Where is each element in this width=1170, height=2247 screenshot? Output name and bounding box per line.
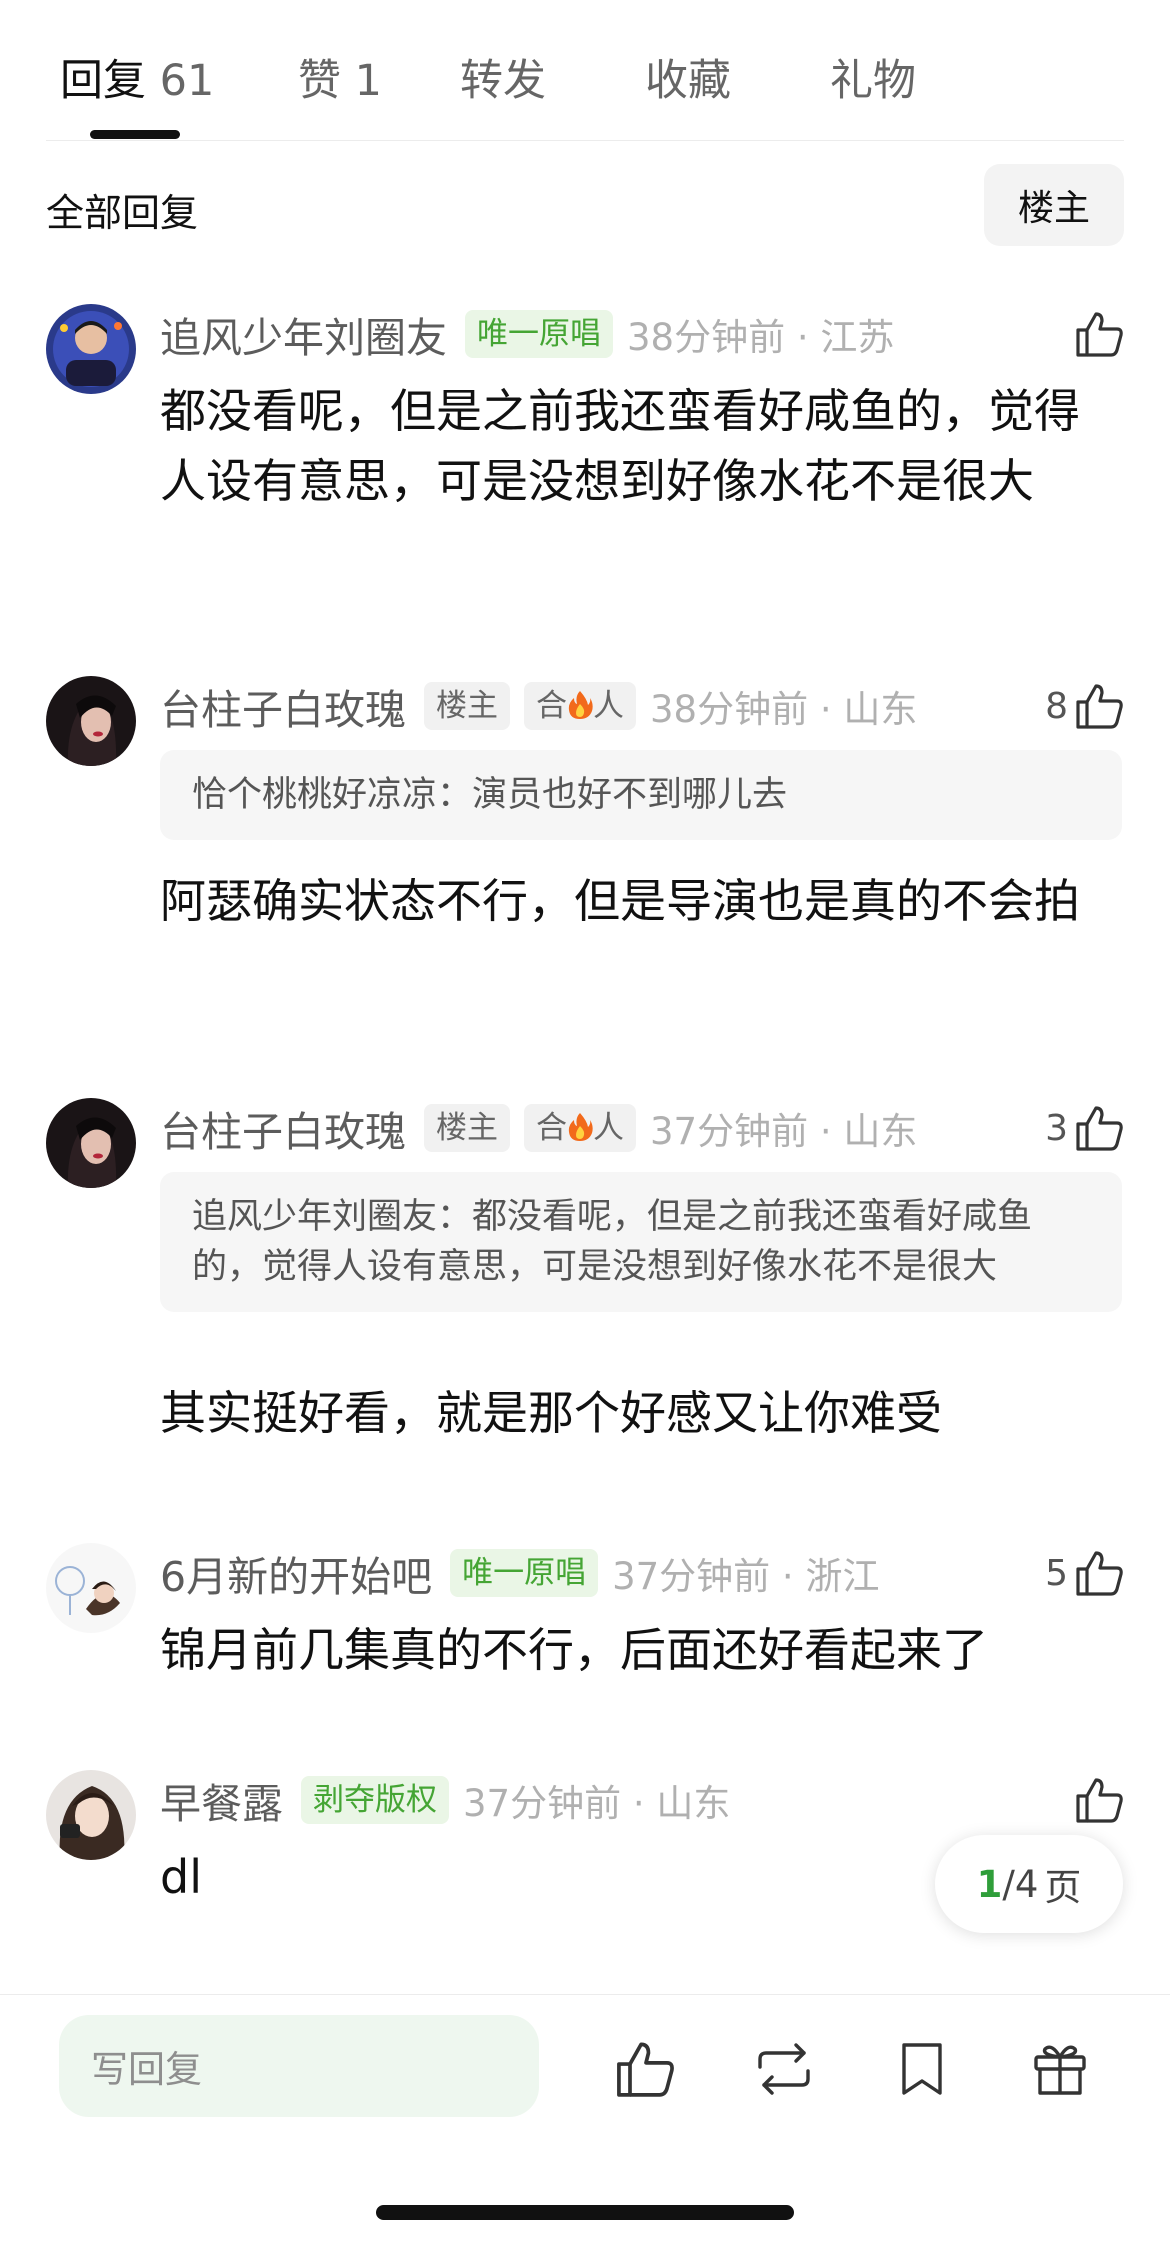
tab-favorites[interactable]: 收藏 (645, 46, 731, 108)
avatar[interactable] (46, 304, 136, 394)
page-unit: 页 (1044, 1866, 1082, 1909)
user-badge: 剥夺版权 (301, 1776, 449, 1824)
comment-text: 阿瑟确实状态不行，但是导演也是真的不会拍 (160, 874, 1080, 928)
thumbs-up-icon (1076, 684, 1123, 729)
active-tab-indicator (90, 130, 180, 139)
like-button[interactable]: 8 (1045, 676, 1126, 736)
page-indicator[interactable]: 1 /4 页 (935, 1835, 1123, 1933)
like-button[interactable]: 3 (1045, 1098, 1126, 1158)
comment-text: 其实挺好看，就是那个好感又让你难受 (160, 1386, 942, 1440)
like-count: 8 (1045, 685, 1068, 727)
tab-reposts[interactable]: 转发 (460, 46, 546, 108)
comment-time: 37分钟前 · 山东 (650, 1110, 918, 1153)
filter-op-button[interactable]: 楼主 (984, 164, 1124, 246)
like-count: 3 (1045, 1107, 1068, 1149)
user-badge: 唯一原唱 (465, 310, 613, 358)
quoted-comment[interactable]: 追风少年刘圈友：都没看呢，但是之前我还蛮看好咸鱼的，觉得人设有意思，可是没想到好… (160, 1172, 1122, 1312)
avatar[interactable] (46, 1543, 136, 1633)
tab-gifts-label: 礼物 (830, 56, 916, 106)
fan-badge: 合人 (524, 682, 636, 730)
comment-time: 37分钟前 · 浙江 (612, 1555, 880, 1598)
comment-meta: 早餐露 剥夺版权 37分钟前 · 山东 (160, 1770, 730, 1830)
current-page: 1 (976, 1862, 1003, 1906)
home-indicator (376, 2205, 794, 2220)
comment-author[interactable]: 追风少年刘圈友 (160, 304, 447, 364)
avatar[interactable] (46, 1098, 136, 1188)
tab-replies-label: 回复 (60, 56, 146, 106)
comment-meta: 追风少年刘圈友 唯一原唱 38分钟前 · 江苏 (160, 304, 894, 364)
tab-gifts[interactable]: 礼物 (830, 46, 916, 108)
reply-input[interactable]: 写回复 (59, 2015, 539, 2117)
comment-time: 38分钟前 · 江苏 (627, 316, 895, 359)
avatar[interactable] (46, 676, 136, 766)
like-count: 5 (1045, 1552, 1068, 1594)
like-button[interactable]: 5 (1045, 1543, 1126, 1603)
section-title: 全部回复 (46, 191, 199, 235)
tab-bar: 回复 61 赞 1 转发 收藏 礼物 (46, 40, 1124, 141)
tab-likes-count: 1 (354, 56, 383, 106)
comment-author[interactable]: 台柱子白玫瑰 (160, 1098, 406, 1158)
comment-text: 锦月前几集真的不行，后面还好看起来了 (160, 1623, 988, 1677)
op-badge: 楼主 (424, 682, 510, 730)
comment-author[interactable]: 台柱子白玫瑰 (160, 676, 406, 736)
comment-time: 37分钟前 · 山东 (463, 1782, 731, 1825)
quoted-comment[interactable]: 恰个桃桃好凉凉：演员也好不到哪儿去 (160, 750, 1122, 840)
comment-meta: 台柱子白玫瑰 楼主 合人 37分钟前 · 山东 (160, 1098, 917, 1158)
comment-meta: 台柱子白玫瑰 楼主 合人 38分钟前 · 山东 (160, 676, 917, 736)
reply-input-placeholder: 写回复 (91, 2048, 202, 2091)
like-button[interactable] (1074, 304, 1126, 364)
fan-badge: 合人 (524, 1104, 636, 1152)
bookmark-icon[interactable] (890, 2037, 954, 2101)
comment-text: 都没看呢，但是之前我还蛮看好咸鱼的，觉得人设有意思，可是没想到好像水花不是很大 (160, 384, 1080, 508)
gift-icon[interactable] (1028, 2037, 1092, 2101)
comment-meta: 6月新的开始吧 唯一原唱 37分钟前 · 浙江 (160, 1543, 879, 1603)
tab-favorites-label: 收藏 (645, 56, 731, 106)
bottom-action-bar: 写回复 (0, 1994, 1170, 2247)
tab-reposts-label: 转发 (460, 56, 546, 106)
comment-author[interactable]: 6月新的开始吧 (160, 1543, 432, 1603)
user-badge: 唯一原唱 (450, 1549, 599, 1597)
repost-icon[interactable] (752, 2037, 816, 2101)
thumbs-up-icon[interactable] (614, 2037, 678, 2101)
total-pages: /4 (1002, 1862, 1039, 1906)
tab-likes-label: 赞 (298, 56, 341, 106)
thumbs-up-icon (1076, 312, 1123, 357)
fire-icon (568, 1113, 593, 1141)
op-badge: 楼主 (424, 1104, 510, 1152)
thumbs-up-icon (1076, 1106, 1123, 1151)
like-button[interactable] (1074, 1770, 1126, 1830)
tab-replies[interactable]: 回复 61 (60, 46, 214, 108)
thumbs-up-icon (1076, 1551, 1123, 1596)
avatar[interactable] (46, 1770, 136, 1860)
thumbs-up-icon (1076, 1778, 1123, 1823)
fire-icon (568, 691, 593, 719)
tab-likes[interactable]: 赞 1 (298, 46, 382, 108)
comment-time: 38分钟前 · 山东 (650, 688, 918, 731)
comment-author[interactable]: 早餐露 (160, 1770, 283, 1830)
tab-replies-count: 61 (159, 56, 215, 106)
